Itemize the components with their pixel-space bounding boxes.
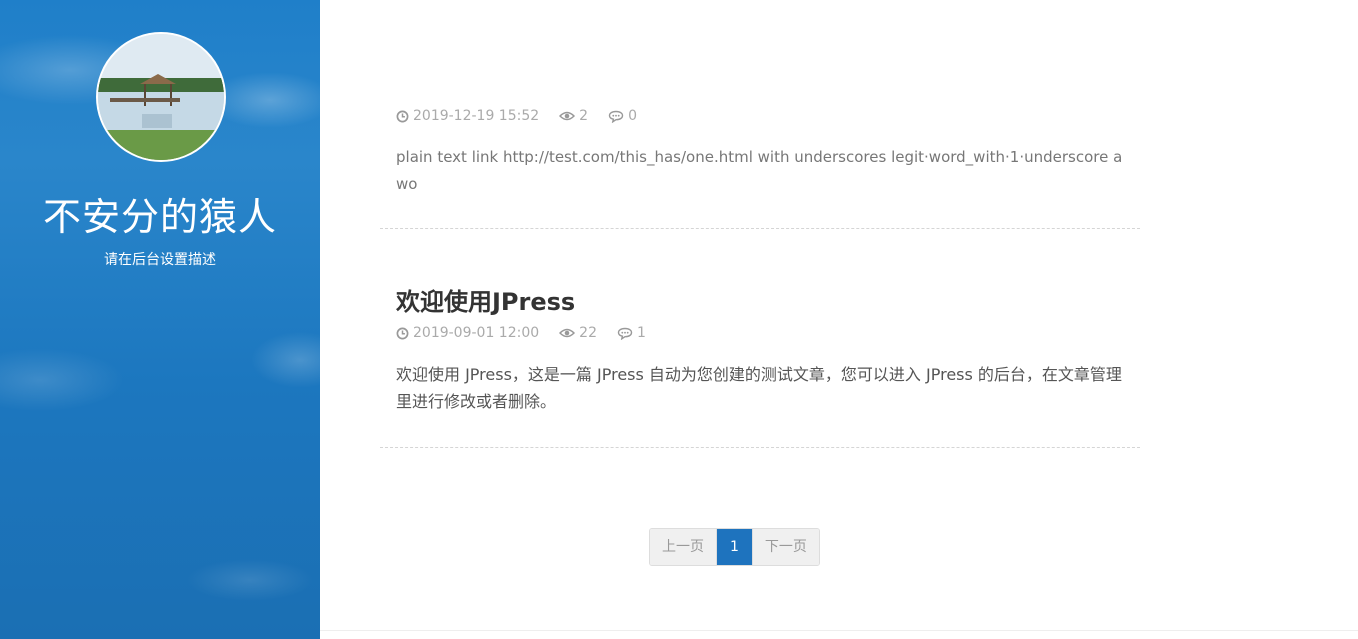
eye-icon [559, 111, 576, 121]
clock-icon [396, 327, 409, 339]
post-meta: 2019-09-01 12:00 22 1 [396, 323, 1124, 343]
eye-icon [559, 328, 576, 338]
site-title[interactable]: 不安分的猿人 [0, 190, 320, 244]
post-item: 欢迎使用JPress 2019-09-01 12:00 22 1 欢迎使用 JP… [380, 286, 1140, 448]
post-date: 2019-09-01 12:00 [396, 323, 539, 343]
comment-icon [617, 327, 633, 340]
next-page-button[interactable]: 下一页 [751, 529, 819, 565]
sidebar: 不安分的猿人 请在后台设置描述 [0, 0, 320, 639]
site-description: 请在后台设置描述 [104, 252, 216, 268]
post-meta: 2019-12-19 15:52 2 0 [396, 106, 1124, 126]
post-excerpt: plain text link http://test.com/this_has… [396, 148, 1123, 193]
post-excerpt: 欢迎使用 JPress，这是一篇 JPress 自动为您创建的测试文章，您可以进… [396, 365, 1122, 411]
post-title[interactable]: 欢迎使用JPress [396, 286, 1124, 318]
prev-page-button[interactable]: 上一页 [650, 529, 717, 565]
avatar[interactable] [96, 32, 226, 162]
pagination: 上一页 1 下一页 [649, 528, 820, 566]
main-content: 2019-12-19 15:52 2 0 plain text link htt… [320, 0, 1358, 639]
post-comments: 0 [608, 106, 637, 126]
footer-divider [320, 630, 1358, 631]
post-date: 2019-12-19 15:52 [396, 106, 539, 126]
avatar-image [98, 34, 224, 160]
page-1-button[interactable]: 1 [717, 529, 752, 565]
clock-icon [396, 110, 409, 122]
post-views: 2 [559, 106, 588, 126]
post-comments: 1 [617, 323, 646, 343]
post-item: 2019-12-19 15:52 2 0 plain text link htt… [380, 106, 1140, 229]
post-views: 22 [559, 323, 597, 343]
comment-icon [608, 110, 624, 123]
